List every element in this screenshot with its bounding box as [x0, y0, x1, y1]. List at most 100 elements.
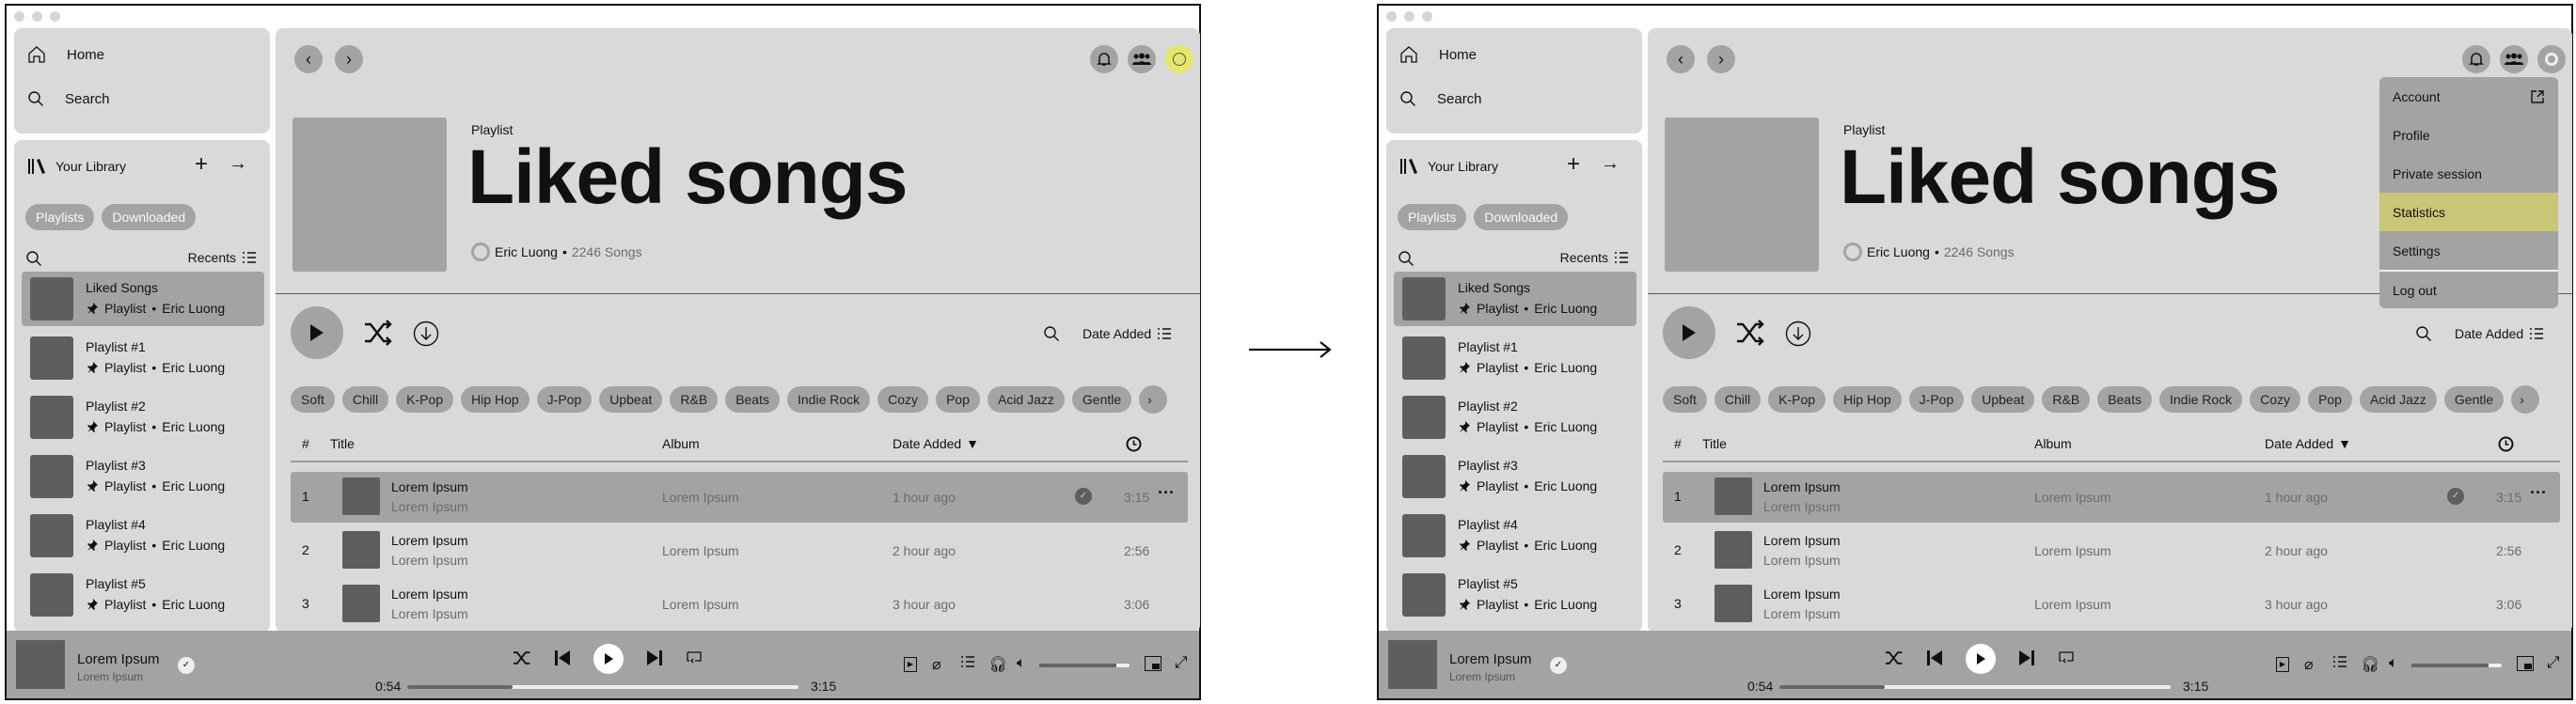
library-item[interactable]: Playlist #4 Playlist • Eric Luong [22, 508, 264, 563]
volume-slider[interactable] [1039, 664, 1130, 667]
liked-check-icon[interactable]: ✓ [178, 657, 195, 674]
now-playing-title[interactable]: Lorem Ipsum [1449, 651, 1532, 667]
genre-chip[interactable]: Acid Jazz [987, 386, 1065, 413]
forward-button[interactable]: › [335, 45, 363, 73]
track-artist[interactable]: Lorem Ipsum [391, 553, 468, 568]
headphones-icon[interactable]: 🎧︎ [2361, 655, 2379, 674]
mini-player-icon[interactable] [1145, 656, 1162, 671]
menu-item[interactable]: Settings [2379, 231, 2558, 270]
genre-chip[interactable]: Indie Rock [787, 386, 871, 413]
previous-icon[interactable] [554, 649, 571, 666]
repeat-icon[interactable] [686, 649, 703, 666]
genre-chip[interactable]: Pop [2308, 386, 2352, 413]
library-search-icon[interactable] [1398, 250, 1414, 267]
now-playing-view-icon[interactable]: ▶ [2276, 657, 2289, 672]
table-row[interactable]: 2 Lorem Ipsum Lorem Ipsum Lorem Ipsum 2 … [291, 525, 1188, 576]
menu-item[interactable]: Statistics [2379, 193, 2558, 231]
next-icon[interactable] [646, 649, 663, 666]
lyrics-icon[interactable]: ⌀ [2304, 655, 2314, 674]
library-search-icon[interactable] [25, 250, 42, 267]
filter-chip[interactable]: Downloaded [102, 204, 197, 230]
fullscreen-icon[interactable]: ⤢ [2547, 653, 2560, 672]
mini-player-icon[interactable] [2517, 656, 2534, 671]
track-album[interactable]: Lorem Ipsum [2034, 490, 2111, 505]
shuffle-icon[interactable] [364, 320, 392, 346]
menu-item[interactable]: Account [2379, 77, 2558, 116]
genre-chip[interactable]: Acid Jazz [2359, 386, 2437, 413]
back-button[interactable]: ‹ [1667, 45, 1695, 73]
headphones-icon[interactable]: 🎧︎ [988, 655, 1007, 674]
shuffle-icon[interactable] [1736, 320, 1764, 346]
library-item[interactable]: Playlist #1 Playlist • Eric Luong [22, 331, 264, 385]
genre-chip[interactable]: Upbeat [1971, 386, 2035, 413]
shuffle-icon[interactable] [1885, 649, 1904, 666]
queue-icon[interactable] [2332, 655, 2347, 668]
menu-item[interactable]: Log out [2379, 270, 2558, 308]
nav-home[interactable]: Home [1399, 45, 1477, 64]
genre-chip[interactable]: R&B [670, 386, 719, 413]
genre-chip[interactable]: Upbeat [599, 386, 663, 413]
download-icon[interactable] [1785, 321, 1811, 347]
profile-avatar-button[interactable] [2537, 45, 2566, 73]
track-sort-button[interactable]: Date Added [2455, 326, 2544, 341]
genre-chip[interactable]: Pop [936, 386, 980, 413]
library-item[interactable]: Playlist #3 Playlist • Eric Luong [22, 449, 264, 504]
now-playing-artist[interactable]: Lorem Ipsum [1449, 670, 1515, 683]
liked-check-icon[interactable]: ✓ [1075, 488, 1092, 505]
nav-search[interactable]: Search [27, 90, 110, 107]
filter-chip[interactable]: Downloaded [1474, 204, 1569, 230]
play-pause-button[interactable] [1966, 644, 1996, 674]
track-search-icon[interactable] [2415, 325, 2432, 342]
genre-chip[interactable]: Chill [1714, 386, 1762, 413]
window-controls[interactable] [14, 11, 60, 22]
now-playing-artist[interactable]: Lorem Ipsum [77, 670, 143, 683]
track-sort-button[interactable]: Date Added [1083, 326, 1172, 341]
track-album[interactable]: Lorem Ipsum [2034, 543, 2111, 558]
track-artist[interactable]: Lorem Ipsum [391, 606, 468, 621]
next-icon[interactable] [2018, 649, 2035, 666]
play-button[interactable] [291, 306, 343, 359]
library-header[interactable]: Your Library [27, 157, 126, 176]
chips-next-button[interactable]: › [1139, 385, 1168, 414]
profile-avatar-button[interactable] [1165, 45, 1193, 73]
track-artist[interactable]: Lorem Ipsum [1763, 553, 1841, 568]
more-options-icon[interactable]: ··· [1158, 483, 1175, 503]
menu-item[interactable]: Profile [2379, 116, 2558, 154]
sort-button[interactable]: Recents [188, 250, 257, 265]
library-item[interactable]: Playlist #3 Playlist • Eric Luong [1394, 449, 1636, 504]
genre-chip[interactable]: Hip Hop [461, 386, 529, 413]
shuffle-icon[interactable] [513, 649, 531, 666]
library-item[interactable]: Playlist #4 Playlist • Eric Luong [1394, 508, 1636, 563]
genre-chip[interactable]: Chill [341, 386, 389, 413]
table-row[interactable]: 3 Lorem Ipsum Lorem Ipsum Lorem Ipsum 3 … [291, 579, 1188, 630]
volume-slider[interactable] [2411, 664, 2502, 667]
library-item[interactable]: Liked Songs Playlist • Eric Luong [22, 272, 264, 326]
nav-search[interactable]: Search [1399, 90, 1482, 107]
owner-name[interactable]: Eric Luong [1867, 244, 1930, 259]
chips-next-button[interactable]: › [2511, 385, 2540, 414]
library-item[interactable]: Playlist #5 Playlist • Eric Luong [1394, 568, 1636, 622]
genre-chip[interactable]: J-Pop [536, 386, 593, 413]
notifications-button[interactable] [2462, 45, 2490, 73]
menu-item[interactable]: Private session [2379, 154, 2558, 193]
library-item[interactable]: Liked Songs Playlist • Eric Luong [1394, 272, 1636, 326]
genre-chip[interactable]: J-Pop [1908, 386, 1965, 413]
progress-bar[interactable] [407, 685, 798, 689]
back-button[interactable]: ‹ [294, 45, 323, 73]
genre-chip[interactable]: Gentle [2443, 386, 2505, 413]
table-row[interactable]: 3 Lorem Ipsum Lorem Ipsum Lorem Ipsum 3 … [1663, 579, 2560, 630]
nav-home[interactable]: Home [27, 45, 104, 64]
more-options-icon[interactable]: ··· [2530, 483, 2547, 503]
filter-chip[interactable]: Playlists [25, 204, 95, 230]
table-row[interactable]: 1 Lorem Ipsum Lorem Ipsum Lorem Ipsum 1 … [291, 472, 1188, 523]
col-title[interactable]: Title [330, 436, 355, 451]
genre-chip[interactable]: Beats [725, 386, 780, 413]
volume-icon[interactable]: 🔈︎ [1017, 655, 1026, 672]
previous-icon[interactable] [1926, 649, 1943, 666]
download-icon[interactable] [413, 321, 439, 347]
lyrics-icon[interactable]: ⌀ [932, 655, 941, 674]
genre-chip[interactable]: Hip Hop [1833, 386, 1902, 413]
liked-check-icon[interactable]: ✓ [1550, 657, 1567, 674]
genre-chip[interactable]: Soft [291, 386, 335, 413]
genre-chip[interactable]: Cozy [2250, 386, 2301, 413]
